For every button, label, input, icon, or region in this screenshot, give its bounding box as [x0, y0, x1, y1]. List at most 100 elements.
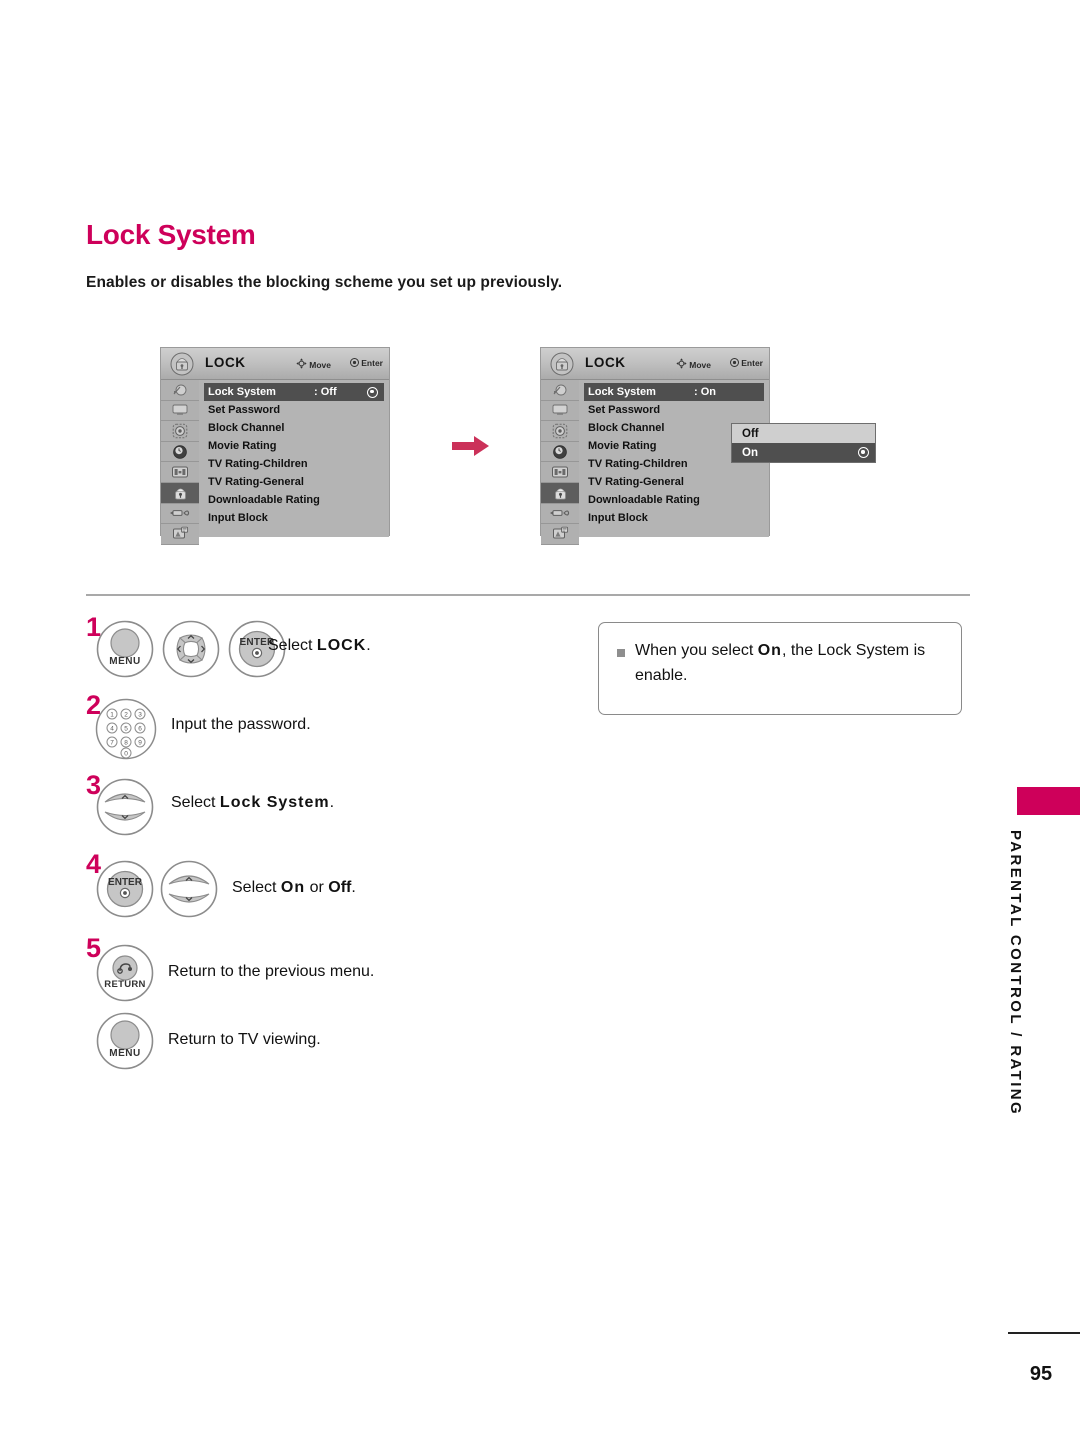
osd-row-label: Downloadable Rating — [588, 494, 700, 506]
osd-row-downloadable-rating[interactable]: Downloadable Rating — [584, 491, 764, 509]
osd-row-block-channel[interactable]: Block Channel — [204, 419, 384, 437]
osd-row-label: TV Rating-General — [208, 476, 304, 488]
osd-row-label: Lock System — [208, 386, 276, 398]
step-text-mid: or — [305, 879, 329, 896]
osd-hint-enter-label: Enter — [361, 358, 383, 368]
flow-arrow-icon — [452, 436, 489, 456]
dropdown-option-on[interactable]: On — [732, 443, 875, 462]
osd-hint-move-label: Move — [309, 360, 331, 370]
osd-screenshot-after: LOCK Move Enter Lock System: On Set Pas… — [540, 347, 876, 545]
osd-row-label: Block Channel — [588, 422, 665, 434]
return-button[interactable]: RETURN — [96, 944, 154, 1007]
note-bullet-icon — [617, 649, 625, 657]
osd-row-input-block[interactable]: Input Block — [584, 509, 764, 527]
screen-icon — [541, 400, 579, 422]
svg-text:4: 4 — [110, 725, 114, 732]
step-text-bold: Lock System — [219, 794, 330, 811]
step-text-bold: On — [280, 879, 306, 896]
input-cable-icon — [541, 503, 579, 525]
osd-row-label: Input Block — [588, 512, 648, 524]
lock-system-dropdown[interactable]: Off On — [731, 423, 876, 463]
osd-header: LOCK Move Enter — [541, 348, 769, 380]
enter-dot-icon — [730, 358, 740, 367]
osd-row-label: TV Rating-Children — [588, 458, 688, 470]
step-6-text: Return to TV viewing. — [168, 1031, 321, 1048]
section-divider — [86, 594, 970, 596]
osd-row-label: Input Block — [208, 512, 268, 524]
dropdown-option-off[interactable]: Off — [732, 424, 875, 443]
nav-pad-button[interactable] — [162, 620, 220, 683]
padlock-icon — [541, 482, 579, 504]
step-5-text: Return to the previous menu. — [168, 963, 375, 980]
osd-row-downloadable-rating[interactable]: Downloadable Rating — [204, 491, 384, 509]
osd-screenshot-before: LOCK Move Enter Lock System: Off Set Pa… — [160, 347, 390, 545]
osd-row-label: Movie Rating — [588, 440, 657, 452]
osd-row-label: TV Rating-General — [588, 476, 684, 488]
svg-text:2: 2 — [124, 711, 128, 718]
lock-header-icon — [550, 352, 574, 376]
menu-button[interactable]: MENU — [96, 620, 154, 683]
osd-row-set-password[interactable]: Set Password — [584, 401, 764, 419]
osd-header-title: LOCK — [205, 355, 246, 370]
step-1-text: Select LOCK. — [268, 637, 371, 655]
osd-hint-move: Move — [676, 358, 711, 370]
step-text-bold2: Off — [328, 879, 352, 896]
osd-row-lock-system[interactable]: Lock System : On — [584, 383, 764, 401]
osd-hint-move-label: Move — [689, 360, 711, 370]
enter-button[interactable]: ENTER — [96, 860, 154, 923]
number-keypad-button[interactable]: 1 2 3 4 5 6 7 8 9 0 — [95, 698, 157, 765]
page-title: Lock System — [86, 219, 256, 250]
usb-icon — [161, 524, 199, 545]
osd-row-tv-rating-general[interactable]: TV Rating-General — [584, 473, 764, 491]
svg-text:1: 1 — [110, 711, 114, 718]
updown-pad-button[interactable] — [96, 778, 154, 841]
osd-icon-column — [161, 380, 200, 545]
clock-icon — [161, 441, 199, 463]
radio-selected-icon — [367, 386, 378, 398]
svg-text:5: 5 — [124, 725, 128, 732]
clock-icon — [541, 441, 579, 463]
enter-dot-icon — [350, 358, 360, 367]
osd-row-tv-rating-children[interactable]: TV Rating-Children — [204, 455, 384, 473]
screen-icon — [161, 400, 199, 422]
menu-button-label: MENU — [109, 1048, 141, 1059]
osd-row-label: Block Channel — [208, 422, 285, 434]
svg-text:6: 6 — [138, 725, 142, 732]
page-subtitle: Enables or disables the blocking scheme … — [86, 274, 563, 291]
step-text-suffix: . — [329, 794, 335, 811]
return-button-label: RETURN — [104, 979, 146, 990]
side-tab-marker — [1017, 787, 1080, 815]
updown-pad-button[interactable] — [160, 860, 218, 923]
osd-row-tv-rating-general[interactable]: TV Rating-General — [204, 473, 384, 491]
note-box: When you select On, the Lock System is e… — [598, 622, 962, 715]
osd-row-movie-rating[interactable]: Movie Rating — [204, 437, 384, 455]
dpad-icon — [296, 358, 307, 369]
step-2-text: Input the password. — [171, 716, 311, 733]
svg-text:3: 3 — [138, 711, 142, 718]
enter-button-label: ENTER — [108, 877, 142, 888]
step-text-prefix: Select — [171, 794, 220, 811]
input-cable-icon — [161, 503, 199, 525]
osd-row-value: : On — [694, 386, 716, 398]
svg-text:0: 0 — [124, 750, 128, 757]
svg-text:7: 7 — [110, 739, 114, 746]
osd-body: Lock System : Off Set Password Block Cha… — [161, 380, 389, 545]
lock-header-icon — [170, 352, 194, 376]
osd-row-lock-system[interactable]: Lock System : Off — [204, 383, 384, 401]
osd-row-label: Lock System — [588, 386, 656, 398]
step-4-text: Select On or Off. — [232, 879, 356, 897]
step-3-text: Select Lock System. — [171, 794, 334, 812]
osd-row-input-block[interactable]: Input Block — [204, 509, 384, 527]
options-icon — [541, 462, 579, 483]
note-prefix: When you select — [635, 642, 758, 659]
osd-header: LOCK Move Enter — [161, 348, 389, 380]
osd-row-label: Set Password — [208, 404, 281, 416]
osd-icon-column — [541, 380, 580, 545]
target-icon — [161, 421, 199, 442]
padlock-icon — [161, 482, 199, 504]
osd-hint-move: Move — [296, 358, 331, 370]
menu-button[interactable]: MENU — [96, 1012, 154, 1075]
osd-header-title: LOCK — [585, 355, 626, 370]
osd-item-list: Lock System : Off Set Password Block Cha… — [199, 380, 389, 537]
osd-row-set-password[interactable]: Set Password — [204, 401, 384, 419]
